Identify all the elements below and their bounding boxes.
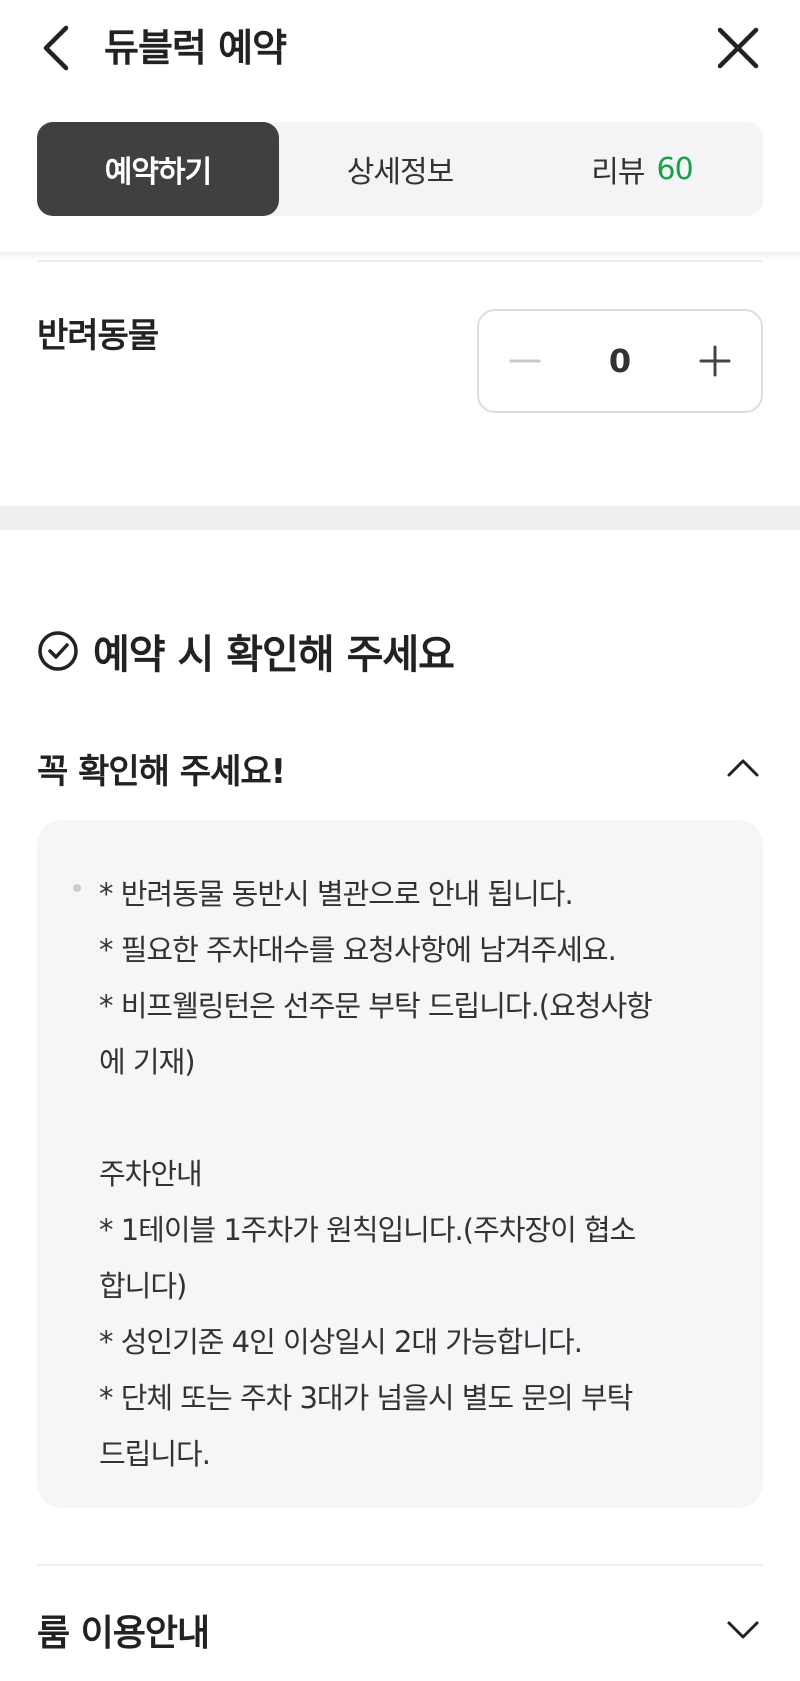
must-check-body: * 반려동물 동반시 별관으로 안내 됩니다. * 필요한 주차대수를 요청사항…: [99, 877, 653, 1471]
tab-reserve[interactable]: 예약하기: [37, 122, 279, 216]
page-title: 듀블럭 예약: [104, 26, 287, 70]
increment-button[interactable]: [695, 341, 735, 381]
plus-icon: [699, 345, 731, 377]
section-separator: [0, 506, 800, 530]
decrement-button[interactable]: [505, 341, 545, 381]
close-button[interactable]: [710, 20, 766, 76]
pet-label: 반려동물: [37, 316, 159, 356]
tab-details-label: 상세정보: [346, 155, 454, 190]
pet-count-value: 0: [608, 342, 632, 380]
must-check-title: 꼭 확인해 주세요!: [37, 751, 286, 792]
chevron-left-icon: [43, 25, 69, 71]
minus-icon: [509, 359, 541, 363]
close-icon: [717, 27, 759, 69]
tab-reviews-label: 리뷰: [591, 155, 645, 190]
chevron-down-icon: [727, 1621, 759, 1639]
header-shadow: [0, 252, 800, 260]
tab-reserve-label: 예약하기: [104, 155, 212, 190]
review-count: 60: [656, 151, 694, 187]
room-info-accordion-header[interactable]: 룸 이용안내: [37, 1600, 763, 1660]
notice-heading: 예약 시 확인해 주세요: [37, 622, 455, 680]
notice-heading-text: 예약 시 확인해 주세요: [93, 632, 455, 678]
tab-reviews[interactable]: 리뷰 60: [521, 122, 763, 216]
header: 듀블럭 예약: [0, 0, 800, 100]
pet-quantity-stepper: 0: [477, 309, 763, 413]
back-button[interactable]: [34, 20, 82, 76]
chevron-up-icon: [727, 759, 759, 777]
divider: [37, 1564, 763, 1566]
bullet-dot: [73, 884, 81, 892]
must-check-accordion-header[interactable]: 꼭 확인해 주세요!: [37, 740, 763, 796]
tab-bar: 예약하기 상세정보 리뷰 60: [37, 122, 763, 216]
room-info-title: 룸 이용안내: [37, 1613, 210, 1654]
divider: [37, 260, 763, 262]
check-circle-icon: [38, 631, 78, 671]
must-check-content: * 반려동물 동반시 별관으로 안내 됩니다. * 필요한 주차대수를 요청사항…: [37, 820, 763, 1508]
tab-details[interactable]: 상세정보: [279, 122, 521, 216]
